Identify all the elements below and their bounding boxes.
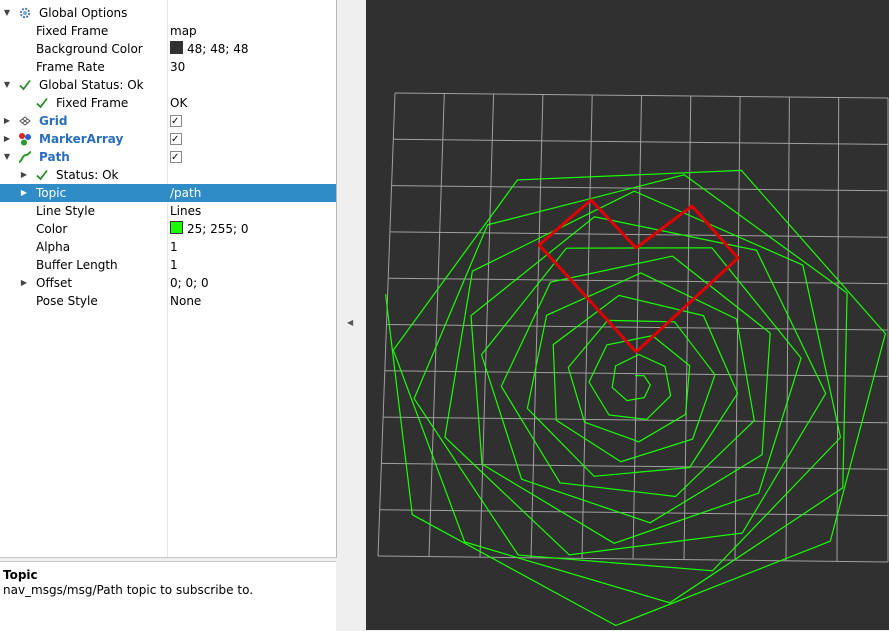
- tree-row-buffer-length[interactable]: Buffer Length 1: [0, 256, 336, 274]
- tree-row-pose-style[interactable]: Pose Style None: [0, 292, 336, 310]
- expand-arrow-icon[interactable]: ▶: [19, 166, 29, 184]
- tree-row-line-style[interactable]: Line Style Lines: [0, 202, 336, 220]
- tree-row-alpha[interactable]: Alpha 1: [0, 238, 336, 256]
- check-icon: [18, 78, 32, 92]
- tree-row-value: 25; 255; 0: [170, 220, 249, 238]
- tree-row-global-status-ok[interactable]: ▼ Global Status: Ok: [0, 76, 336, 94]
- tree-row-value[interactable]: [170, 112, 182, 131]
- tree-row-label: Pose Style: [36, 294, 98, 308]
- tree-row-value-text: 48; 48; 48: [187, 42, 249, 56]
- expand-arrow-icon[interactable]: ▶: [19, 184, 29, 202]
- collapse-arrow-icon[interactable]: ▼: [2, 76, 12, 94]
- tree-row-value-text: 25; 255; 0: [187, 222, 249, 236]
- check-icon: [35, 168, 49, 182]
- tree-row-topic[interactable]: ▶ Topic/path: [0, 184, 336, 202]
- collapse-arrow-icon[interactable]: ▼: [2, 4, 12, 22]
- tree-row-value: map: [170, 22, 197, 40]
- check-icon: [35, 96, 49, 110]
- tree-row-label: Alpha: [36, 240, 71, 254]
- tree-row-value-text: 1: [170, 240, 178, 254]
- tree-row-value-text: map: [170, 24, 197, 38]
- markers-icon: [18, 132, 32, 146]
- collapse-left-arrow-icon[interactable]: ◀: [347, 318, 353, 327]
- tree-row-value: 0; 0; 0: [170, 274, 209, 292]
- tree-row-label: Fixed Frame: [56, 96, 129, 110]
- tree-row-value-text: 0; 0; 0: [170, 276, 209, 290]
- tree-row-label: Offset: [36, 276, 73, 290]
- tree-row-label: Fixed Frame: [36, 24, 109, 38]
- tree-row-value: /path: [170, 184, 201, 202]
- tree-row-value: Lines: [170, 202, 201, 220]
- display-property-tree: ▼ Global Options Fixed Frame map Background …: [0, 0, 337, 558]
- tree-row-label: Buffer Length: [36, 258, 118, 272]
- tree-row-grid[interactable]: ▶ Grid: [0, 112, 336, 131]
- tree-row-color[interactable]: Color 25; 255; 0: [0, 220, 336, 238]
- tree-row-value-text: 1: [170, 258, 178, 272]
- gear-icon: [18, 6, 32, 20]
- description-text: nav_msgs/msg/Path topic to subscribe to.: [3, 583, 254, 597]
- 3d-render-viewport[interactable]: [366, 0, 889, 630]
- description-title: Topic: [3, 568, 38, 582]
- tree-row-value[interactable]: [170, 148, 182, 167]
- tree-row-value: 1: [170, 256, 178, 274]
- tree-row-value-text: OK: [170, 96, 188, 110]
- tree-row-label: Line Style: [36, 204, 95, 218]
- tree-row-value: 30: [170, 58, 185, 76]
- viewport-canvas[interactable]: [366, 0, 889, 630]
- tree-row-background-color[interactable]: Background Color 48; 48; 48: [0, 40, 336, 58]
- collapse-arrow-icon[interactable]: ▼: [2, 148, 12, 166]
- tree-row-value-text: 30: [170, 60, 186, 74]
- enabled-checkbox[interactable]: [170, 131, 182, 149]
- path-icon: [18, 150, 32, 164]
- enabled-checkbox[interactable]: [170, 149, 182, 167]
- tree-row-markerarray[interactable]: ▶ MarkerArray: [0, 130, 336, 149]
- tree-row-value-text: Lines: [170, 204, 202, 218]
- tree-row-offset[interactable]: ▶ Offset 0; 0; 0: [0, 274, 336, 292]
- tree-row-label: Color: [36, 222, 68, 236]
- tree-row-label: Grid: [39, 114, 68, 128]
- panel-splitter[interactable]: ◀: [337, 0, 366, 630]
- tree-row-fixed-frame[interactable]: Fixed Frame OK: [0, 94, 336, 112]
- tree-row-label: Topic: [36, 186, 67, 200]
- tree-row-label: Path: [39, 150, 70, 164]
- displays-panel: ▼ Global Options Fixed Frame map Background …: [0, 0, 337, 631]
- property-description-panel: Topic nav_msgs/msg/Path topic to subscri…: [0, 561, 336, 631]
- tree-row-label: MarkerArray: [39, 132, 124, 146]
- tree-row-global-options[interactable]: ▼ Global Options: [0, 4, 336, 22]
- tree-row-value: None: [170, 292, 201, 310]
- tree-row-status-ok[interactable]: ▶ Status: Ok: [0, 166, 336, 184]
- tree-row-fixed-frame[interactable]: Fixed Frame map: [0, 22, 336, 40]
- expand-arrow-icon[interactable]: ▶: [2, 112, 12, 130]
- grid-icon: [18, 114, 32, 128]
- tree-row-label: Frame Rate: [36, 60, 105, 74]
- tree-row-path[interactable]: ▼ Path: [0, 148, 336, 167]
- tree-row-value: 1: [170, 238, 178, 256]
- expand-arrow-icon[interactable]: ▶: [19, 274, 29, 292]
- tree-row-value: 48; 48; 48: [170, 40, 249, 58]
- expand-arrow-icon[interactable]: ▶: [2, 130, 12, 148]
- tree-row-value-text: None: [170, 294, 202, 308]
- tree-row-label: Background Color: [36, 42, 143, 56]
- tree-row-label: Status: Ok: [56, 168, 119, 182]
- tree-row-value[interactable]: [170, 130, 182, 149]
- tree-row-value-text: /path: [170, 186, 202, 200]
- enabled-checkbox[interactable]: [170, 113, 182, 131]
- tree-row-label: Global Status: Ok: [39, 78, 144, 92]
- tree-row-value: OK: [170, 94, 187, 112]
- tree-row-frame-rate[interactable]: Frame Rate 30: [0, 58, 336, 76]
- tree-row-label: Global Options: [39, 6, 128, 20]
- color-swatch: [170, 221, 183, 234]
- color-swatch: [170, 41, 183, 54]
